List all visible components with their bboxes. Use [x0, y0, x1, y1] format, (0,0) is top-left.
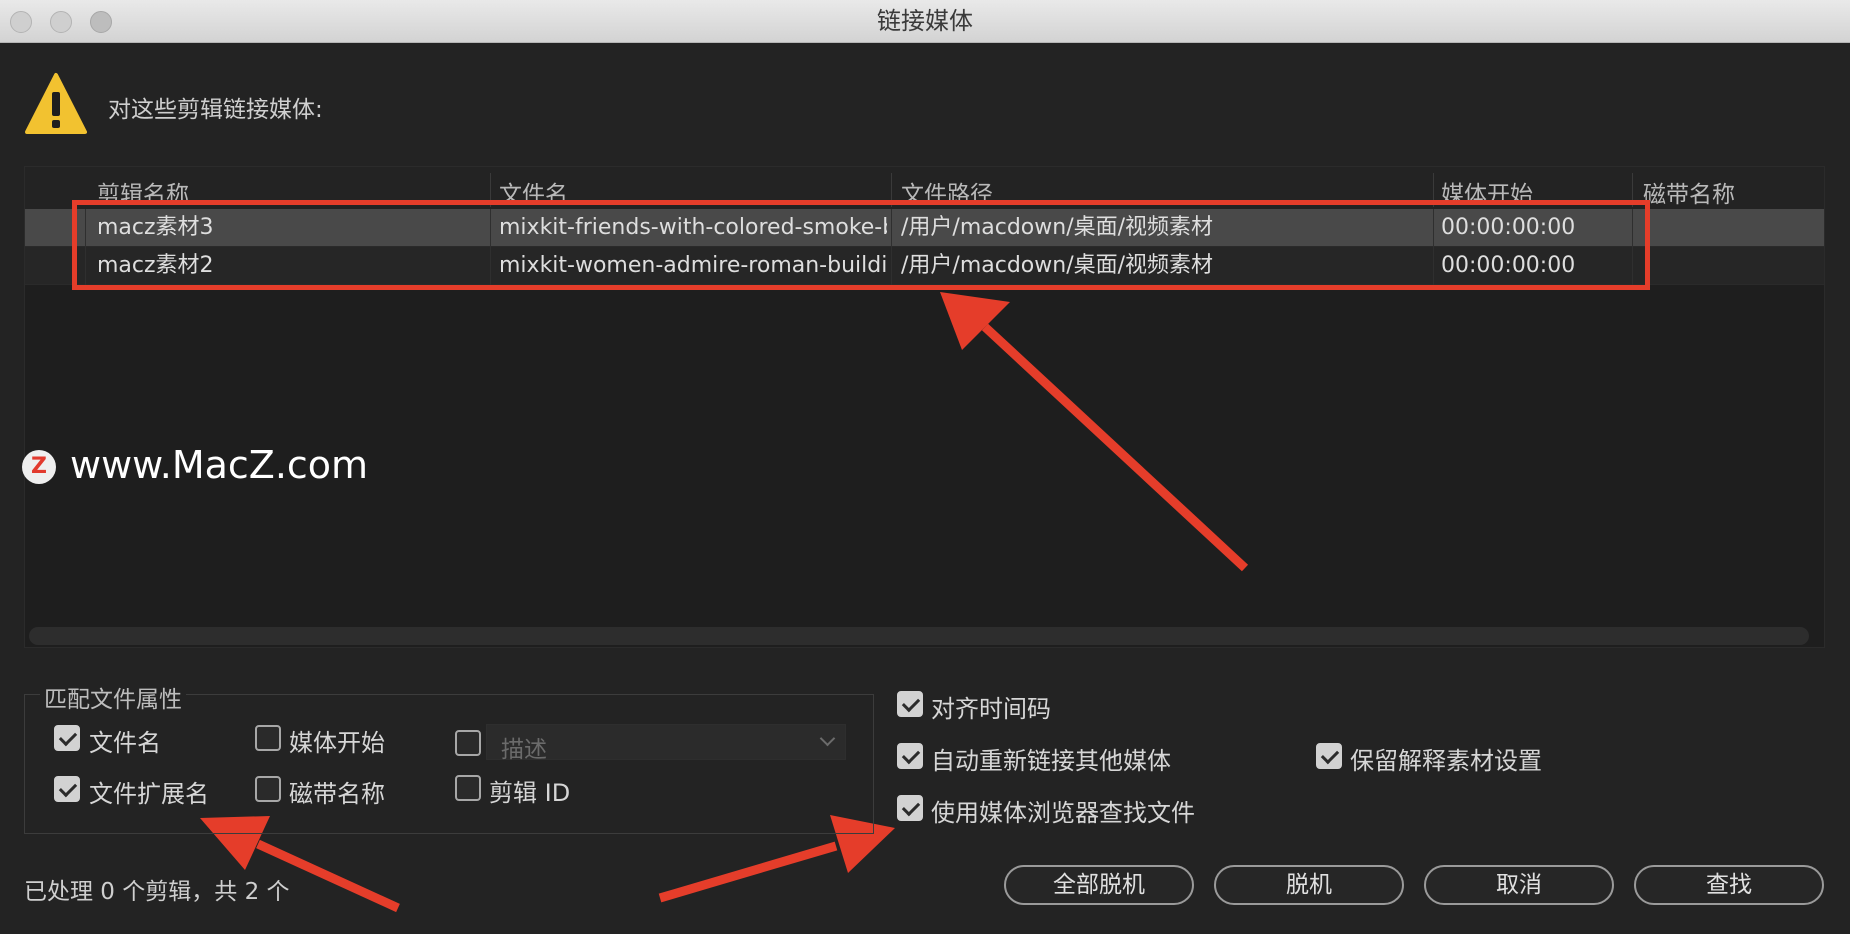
description-checkbox[interactable]: [455, 730, 481, 756]
offline-all-button[interactable]: 全部脱机: [1004, 865, 1194, 905]
file-extension-checkbox[interactable]: [54, 776, 80, 802]
file-extension-label[interactable]: 文件扩展名: [89, 774, 209, 809]
auto-relink-checkbox[interactable]: [897, 743, 923, 769]
align-timecode-checkbox[interactable]: [897, 691, 923, 717]
use-media-browser-label[interactable]: 使用媒体浏览器查找文件: [931, 793, 1195, 828]
cancel-button[interactable]: 取消: [1424, 865, 1614, 905]
description-select[interactable]: 描述: [486, 724, 846, 763]
annotation-arrow-media-browser: [658, 841, 838, 903]
use-media-browser-checkbox[interactable]: [897, 795, 923, 821]
media-start-checkbox[interactable]: [255, 725, 281, 751]
auto-relink-label[interactable]: 自动重新链接其他媒体: [931, 741, 1171, 776]
preserve-interpret-checkbox[interactable]: [1316, 743, 1342, 769]
description-select-value: 描述: [501, 737, 547, 763]
clip-id-checkbox[interactable]: [455, 775, 481, 801]
preserve-interpret-label[interactable]: 保留解释素材设置: [1350, 741, 1542, 776]
offline-button[interactable]: 脱机: [1214, 865, 1404, 905]
clip-id-label[interactable]: 剪辑 ID: [489, 773, 570, 808]
file-name-label[interactable]: 文件名: [89, 723, 161, 758]
chevron-down-icon: [819, 730, 836, 747]
align-timecode-label[interactable]: 对齐时间码: [931, 689, 1051, 724]
tape-name-checkbox[interactable]: [255, 776, 281, 802]
tape-name-label[interactable]: 磁带名称: [289, 774, 385, 809]
annotation-arrow-table: [981, 323, 1249, 572]
file-name-checkbox[interactable]: [54, 725, 80, 751]
locate-button[interactable]: 查找: [1634, 865, 1824, 905]
media-start-label[interactable]: 媒体开始: [289, 723, 385, 758]
match-properties-group: [24, 694, 874, 834]
match-properties-title: 匹配文件属性: [40, 680, 186, 714]
status-text: 已处理 0 个剪辑，共 2 个: [24, 879, 290, 905]
